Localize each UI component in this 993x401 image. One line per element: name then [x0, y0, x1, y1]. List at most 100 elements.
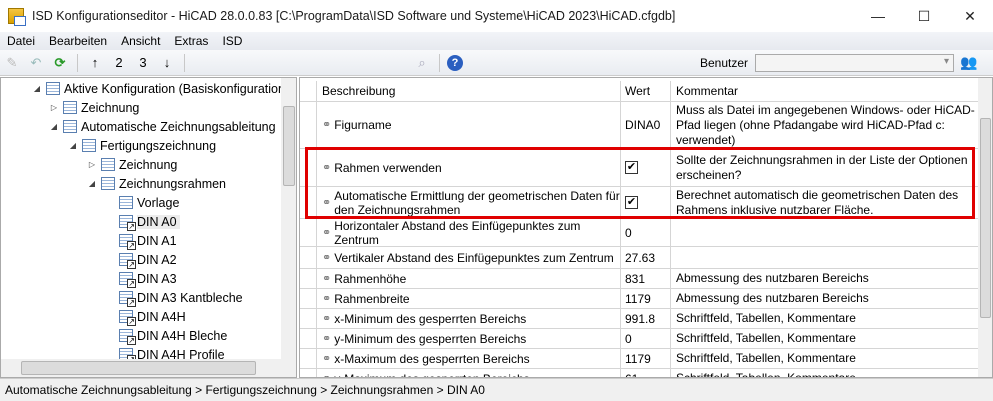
row-description: x-Minimum des gesperrten Bereichs [334, 311, 527, 326]
link-icon: ⚭ [322, 251, 332, 264]
menu-datei[interactable]: Datei [0, 34, 42, 48]
tree-item-label: Fertigungszeichnung [100, 138, 217, 153]
search-binoculars-icon[interactable]: ⌕ [412, 53, 432, 73]
minimize-button[interactable]: — [855, 0, 901, 32]
property-grid: Beschreibung Wert Kommentar ⚭ Figurname D… [299, 77, 993, 378]
row-value[interactable]: 0 [625, 332, 632, 346]
linked-table-icon [119, 310, 136, 326]
linked-table-icon [119, 253, 136, 269]
users-icon[interactable]: 👥 [960, 54, 977, 71]
tree-item[interactable]: ▷ Zeichnung [86, 155, 177, 174]
tree-item[interactable]: DIN A4H Bleche [119, 326, 227, 345]
menu-isd[interactable]: ISD [215, 34, 249, 48]
header-kommentar[interactable]: Kommentar [671, 81, 978, 101]
linked-table-icon [119, 215, 136, 231]
tree-item[interactable]: ▷ Zeichnung [48, 98, 139, 117]
tree-item[interactable]: DIN A2 [119, 250, 177, 269]
expand-toggle-icon[interactable]: ◢ [48, 122, 60, 131]
tree-item[interactable]: Vorlage [119, 193, 179, 212]
level-3-icon[interactable]: 3 [133, 53, 153, 73]
table-row[interactable]: ⚭ Vertikaler Abstand des Einfügepunktes z… [300, 247, 978, 269]
table-row[interactable]: ⚭ Horizontaler Abstand des Einfügepunktes… [300, 219, 978, 247]
row-comment: Abmessung des nutzbaren Bereichs [676, 271, 869, 285]
table-icon [63, 120, 77, 133]
row-value[interactable]: 0 [625, 226, 632, 240]
scroll-thumb[interactable] [21, 361, 256, 375]
header-wert[interactable]: Wert [621, 81, 671, 101]
row-description: Vertikaler Abstand des Einfügepunktes zu… [334, 250, 614, 265]
tree-vscrollbar[interactable] [281, 78, 296, 359]
level-2-icon[interactable]: 2 [109, 53, 129, 73]
table-row[interactable]: ⚭ Rahmenbreite 1179 Abmessung des nutzbar… [300, 289, 978, 309]
row-value[interactable]: 831 [625, 272, 645, 286]
table-row[interactable]: ⚭y-Maximum des gesperrten Bereichs 61 Sc… [300, 369, 978, 378]
tree-item-label: DIN A4H Bleche [137, 328, 228, 343]
tree-item[interactable]: DIN A3 Kantbleche [119, 288, 243, 307]
user-label: Benutzer [700, 56, 749, 70]
table-row[interactable]: ⚭ x-Maximum des gesperrten Bereichs 1179 … [300, 349, 978, 369]
tree-item[interactable]: DIN A0 [119, 212, 180, 231]
tree-item[interactable]: DIN A4H [119, 307, 186, 326]
row-comment: Schriftfeld, Tabellen, Kommentare [676, 331, 856, 345]
tree-item-label: Vorlage [137, 195, 180, 210]
row-value[interactable]: 991.8 [625, 312, 655, 326]
linked-table-icon [119, 234, 136, 250]
expand-toggle-icon[interactable]: ◢ [86, 179, 98, 188]
expand-toggle-icon[interactable]: ▷ [86, 160, 98, 169]
tree-item-label: DIN A1 [137, 233, 177, 248]
link-icon: ⚭ [322, 352, 332, 365]
table-icon [101, 158, 115, 171]
row-description: Rahmenhöhe [334, 271, 407, 286]
row-description: x-Maximum des gesperrten Bereichs [334, 351, 530, 366]
expand-toggle-icon[interactable]: ◢ [31, 84, 43, 93]
close-button[interactable]: ✕ [947, 0, 993, 32]
tree-item-label: Aktive Konfiguration (Basiskonfiguration… [64, 81, 290, 96]
table-row[interactable]: ⚭ x-Minimum des gesperrten Bereichs 991.8… [300, 309, 978, 329]
collapse-all-icon[interactable]: ↑ [85, 53, 105, 73]
link-icon: ⚭ [322, 272, 332, 285]
maximize-button[interactable]: ☐ [901, 0, 947, 32]
row-comment: Schriftfeld, Tabellen, Kommentare [676, 351, 856, 365]
tree-hscrollbar[interactable] [1, 359, 296, 377]
header-beschreibung[interactable]: Beschreibung [317, 81, 621, 101]
user-select[interactable] [755, 54, 954, 72]
tree-item-label: Zeichnungsrahmen [119, 176, 227, 191]
scroll-thumb[interactable] [283, 106, 295, 186]
row-description: y-Minimum des gesperrten Bereichs [334, 331, 527, 346]
table-row[interactable]: ⚭ Rahmenhöhe 831 Abmessung des nutzbaren … [300, 269, 978, 289]
highlight-box [305, 147, 975, 219]
window-title: ISD Konfigurationseditor - HiCAD 28.0.0.… [32, 9, 676, 23]
row-value[interactable]: 1179 [625, 352, 651, 366]
tree-item[interactable]: ◢ Aktive Konfiguration (Basiskonfiguratio… [31, 79, 289, 98]
row-value[interactable]: 27.63 [625, 251, 655, 265]
help-icon[interactable]: ? [447, 54, 463, 71]
table-icon [63, 101, 77, 114]
title-bar: ISD Konfigurationseditor - HiCAD 28.0.0.… [0, 0, 993, 32]
tree-item[interactable]: DIN A3 [119, 269, 177, 288]
row-value[interactable]: 1179 [625, 292, 651, 306]
row-comment: Schriftfeld, Tabellen, Kommentare [676, 371, 856, 378]
expand-all-icon[interactable]: ↓ [157, 53, 177, 73]
row-value[interactable]: DINA0 [625, 118, 660, 132]
expand-toggle-icon[interactable]: ◢ [67, 141, 79, 150]
row-description: Figurname [334, 118, 392, 132]
tree-item[interactable]: ◢ Zeichnungsrahmen [86, 174, 226, 193]
menu-extras[interactable]: Extras [167, 34, 215, 48]
menu-ansicht[interactable]: Ansicht [114, 34, 167, 48]
app-icon [8, 8, 26, 26]
link-icon: ⚭ [322, 332, 332, 345]
tree-item[interactable]: ◢ Automatische Zeichnungsableitung [48, 117, 276, 136]
tree-item[interactable]: ◢ Fertigungszeichnung [67, 136, 216, 155]
refresh-icon[interactable]: ⟳ [50, 53, 70, 73]
tree-item-label: DIN A4H [137, 309, 186, 324]
grid-scrollbar[interactable] [978, 78, 992, 377]
linked-table-icon [119, 272, 136, 288]
undo-icon[interactable]: ↶ [26, 53, 46, 73]
table-row[interactable]: ⚭ y-Minimum des gesperrten Bereichs 0 Sch… [300, 329, 978, 349]
edit-icon[interactable]: ✎ [2, 53, 22, 73]
expand-toggle-icon[interactable]: ▷ [48, 103, 60, 112]
table-icon [119, 196, 133, 209]
table-row[interactable]: ⚭ Figurname DINA0 Muss als Datei im angeg… [300, 102, 978, 149]
menu-bearbeiten[interactable]: Bearbeiten [42, 34, 114, 48]
tree-item[interactable]: DIN A1 [119, 231, 177, 250]
